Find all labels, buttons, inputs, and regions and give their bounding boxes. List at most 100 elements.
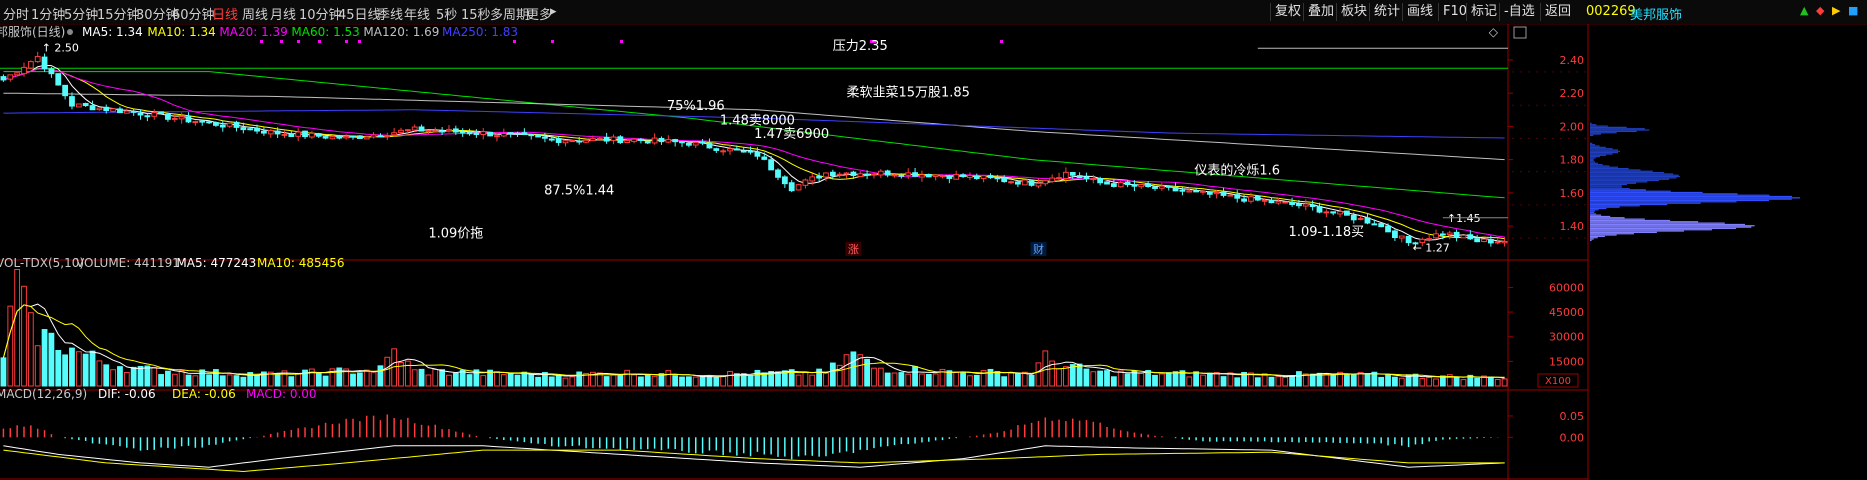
candle-body bbox=[1200, 190, 1206, 193]
candle bbox=[891, 174, 898, 178]
candle bbox=[295, 128, 302, 142]
candle-body bbox=[199, 120, 206, 123]
macd-dif-line bbox=[3, 445, 1505, 468]
candle-body bbox=[1487, 238, 1494, 244]
event-dot bbox=[620, 40, 623, 43]
period-tab-0[interactable]: 分时 bbox=[3, 4, 29, 23]
period-tab-6[interactable]: 日线 bbox=[212, 4, 238, 23]
candle-body bbox=[754, 151, 761, 157]
candle-body bbox=[1474, 238, 1481, 243]
candle-body bbox=[240, 127, 247, 131]
candle bbox=[27, 60, 34, 70]
candle bbox=[343, 134, 350, 140]
event-dot bbox=[280, 40, 283, 43]
volume-bar bbox=[494, 371, 500, 387]
period-tab-2[interactable]: 5分钟 bbox=[64, 4, 98, 23]
volume-bar bbox=[946, 370, 953, 387]
toolbar-button-0[interactable]: 复权 bbox=[1270, 3, 1305, 21]
candle-body bbox=[877, 170, 884, 176]
period-tab-13[interactable]: 5秒 bbox=[436, 4, 457, 23]
candle-body bbox=[226, 122, 233, 127]
toolbar-button-1[interactable]: 叠加 bbox=[1303, 3, 1338, 21]
candle bbox=[1433, 229, 1439, 240]
candle bbox=[569, 139, 576, 143]
candle bbox=[267, 128, 274, 138]
candle-body bbox=[494, 135, 500, 138]
volume-bar bbox=[1028, 374, 1035, 387]
volume-bar bbox=[1158, 373, 1165, 387]
volume-bar bbox=[1254, 377, 1261, 387]
candle-body bbox=[1494, 241, 1501, 244]
candle-body bbox=[1186, 190, 1193, 193]
volume-bar bbox=[1227, 372, 1234, 387]
more-chevron-icon[interactable]: ▸ bbox=[550, 4, 557, 19]
panel-scroll-icon bbox=[1513, 26, 1527, 39]
macd-value-1: DEA: -0.06 bbox=[172, 387, 236, 401]
candle-body bbox=[370, 134, 377, 138]
volume-bar bbox=[151, 366, 158, 387]
candle bbox=[1337, 206, 1343, 218]
quick-tool-icon-1[interactable]: ◆ bbox=[1816, 4, 1824, 17]
candle-body bbox=[110, 108, 116, 112]
volume-bar bbox=[1165, 372, 1172, 387]
candle-body bbox=[1302, 203, 1309, 207]
toolbar-button-6[interactable]: 标记 bbox=[1466, 3, 1501, 21]
volume-bar bbox=[14, 269, 21, 387]
candle bbox=[329, 135, 336, 140]
period-tab-3[interactable]: 15分钟 bbox=[97, 4, 140, 23]
volume-bar bbox=[41, 329, 48, 387]
period-tab-10[interactable]: 45日线 bbox=[338, 4, 381, 23]
volume-bar bbox=[34, 345, 41, 387]
candle bbox=[233, 120, 240, 132]
volume-bar bbox=[1268, 376, 1275, 387]
price-tick-label: 2.20 bbox=[1560, 87, 1585, 100]
candle bbox=[1028, 179, 1035, 187]
toolbar-button-3[interactable]: 统计 bbox=[1369, 3, 1404, 21]
toolbar-button-8[interactable]: 返回 bbox=[1540, 3, 1575, 21]
period-tab-15[interactable]: 多周期 bbox=[490, 4, 529, 23]
candle bbox=[151, 109, 158, 120]
period-tab-12[interactable]: 年线 bbox=[404, 4, 430, 23]
high-price-marker: ↑ 2.50 bbox=[42, 41, 79, 54]
period-tab-14[interactable]: 15秒 bbox=[461, 4, 491, 23]
candle-body bbox=[569, 140, 576, 143]
kline-chart[interactable]: 2.40 2.20 2.00 1.80 1.60 1.40 邦服饰(日线) MA5: 1.34… bbox=[0, 24, 1867, 480]
candle-body bbox=[123, 110, 130, 114]
period-tab-7[interactable]: 周线 bbox=[242, 4, 268, 23]
event-dot bbox=[318, 40, 321, 43]
period-tab-5[interactable]: 60分钟 bbox=[172, 4, 215, 23]
candle-body bbox=[1378, 223, 1385, 228]
volume-bar bbox=[891, 372, 898, 387]
candle-body bbox=[165, 113, 171, 120]
candle bbox=[480, 128, 487, 140]
volume-value-2: MA10: 485456 bbox=[257, 256, 345, 270]
candle bbox=[425, 130, 432, 135]
period-tab-1[interactable]: 1分钟 bbox=[31, 4, 65, 23]
candle-body bbox=[1138, 184, 1145, 188]
period-tab-8[interactable]: 月线 bbox=[270, 4, 296, 23]
period-tab-9[interactable]: 10分钟 bbox=[299, 4, 342, 23]
period-tab-16[interactable]: 更多 bbox=[526, 4, 552, 23]
price-tick-label: 1.40 bbox=[1560, 220, 1585, 233]
toolbar-button-4[interactable]: 画线 bbox=[1402, 3, 1437, 21]
candle bbox=[62, 84, 69, 100]
toolbar-button-2[interactable]: 板块 bbox=[1336, 3, 1371, 21]
volume-bar bbox=[192, 375, 199, 387]
candle-body bbox=[1049, 177, 1056, 183]
candle-body bbox=[192, 121, 199, 124]
quick-tool-icon-3[interactable]: ■ bbox=[1848, 4, 1858, 17]
quick-tool-icon-0[interactable]: ▲ bbox=[1800, 4, 1808, 17]
candle-body bbox=[1392, 230, 1398, 239]
period-tab-11[interactable]: 季线 bbox=[377, 4, 403, 23]
volume-bar bbox=[1015, 373, 1021, 387]
candle-body bbox=[521, 132, 528, 136]
candle bbox=[144, 114, 151, 122]
candle-body bbox=[781, 176, 788, 185]
volume-bar bbox=[459, 369, 466, 387]
toolbar-button-7[interactable]: -自选 bbox=[1499, 3, 1539, 21]
quick-tool-icon-2[interactable]: ▶ bbox=[1832, 4, 1840, 17]
candle-body bbox=[802, 179, 809, 186]
price-tick-label: 2.40 bbox=[1560, 54, 1585, 67]
candle bbox=[459, 128, 466, 137]
volume-bar bbox=[685, 376, 692, 387]
